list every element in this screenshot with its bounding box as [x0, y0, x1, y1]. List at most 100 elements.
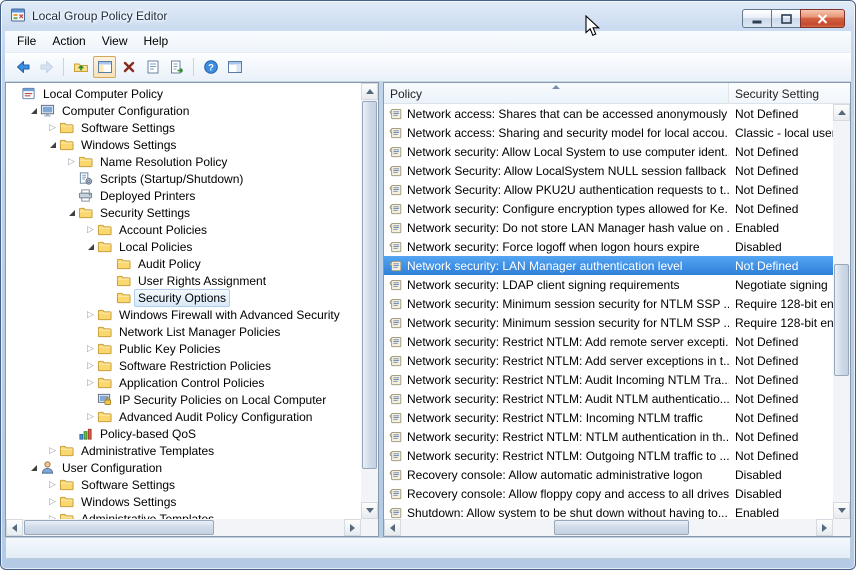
up-one-level-button[interactable]	[69, 56, 92, 78]
close-button[interactable]	[800, 9, 845, 28]
tree-item[interactable]: ▷Windows Settings	[6, 493, 361, 510]
expander-expanded-icon[interactable]	[84, 244, 97, 250]
help-button[interactable]: ?	[199, 56, 222, 78]
policy-row[interactable]: Network access: Shares that can be acces…	[384, 104, 833, 123]
policy-row[interactable]: Network security: Minimum session securi…	[384, 294, 833, 313]
list-vertical-scrollbar[interactable]	[833, 104, 850, 519]
tree-item[interactable]: ▷Name Resolution Policy	[6, 153, 361, 170]
tree-item[interactable]: ▷Public Key Policies	[6, 340, 361, 357]
scrollbar-thumb[interactable]	[362, 101, 377, 469]
menu-item-action[interactable]: Action	[44, 31, 93, 52]
properties-button[interactable]	[141, 56, 164, 78]
expander-collapsed-icon[interactable]: ▷	[84, 360, 97, 371]
tree-item[interactable]: ▷Software Restriction Policies	[6, 357, 361, 374]
tree-item[interactable]: User Rights Assignment	[6, 272, 361, 289]
tree-item[interactable]: ▷Administrative Templates	[6, 510, 361, 519]
expander-collapsed-icon[interactable]: ▷	[46, 445, 59, 456]
expander-collapsed-icon[interactable]: ▷	[84, 343, 97, 354]
scroll-right-button[interactable]	[344, 519, 361, 536]
back-button[interactable]	[11, 56, 34, 78]
scrollbar-thumb[interactable]	[554, 520, 689, 535]
tree-item[interactable]: ▷Advanced Audit Policy Configuration	[6, 408, 361, 425]
tree-item[interactable]: Scripts (Startup/Shutdown)	[6, 170, 361, 187]
tree-item[interactable]: ▷Account Policies	[6, 221, 361, 238]
scrollbar-thumb[interactable]	[24, 520, 214, 535]
tree-item[interactable]: Security Options	[6, 289, 361, 306]
delete-button[interactable]	[117, 56, 140, 78]
policy-row[interactable]: Network security: Do not store LAN Manag…	[384, 218, 833, 237]
policy-row[interactable]: Network security: Allow Local System to …	[384, 142, 833, 161]
column-header-policy[interactable]: Policy	[384, 83, 729, 103]
policy-row[interactable]: Recovery console: Allow automatic admini…	[384, 465, 833, 484]
tree-item[interactable]: ▷Application Control Policies	[6, 374, 361, 391]
show-console-tree-button[interactable]	[93, 56, 116, 78]
policy-row[interactable]: Network security: Force logoff when logo…	[384, 237, 833, 256]
tree-item[interactable]: Deployed Printers	[6, 187, 361, 204]
title-bar[interactable]: Local Group Policy Editor	[1, 1, 855, 31]
tree-item[interactable]: Policy-based QoS	[6, 425, 361, 442]
policy-row[interactable]: Network security: Restrict NTLM: Audit I…	[384, 370, 833, 389]
maximize-button[interactable]	[771, 9, 800, 28]
expander-collapsed-icon[interactable]: ▷	[46, 122, 59, 133]
policy-row[interactable]: Network security: Restrict NTLM: Add ser…	[384, 351, 833, 370]
tree-item[interactable]: ▷Administrative Templates	[6, 442, 361, 459]
tree-item[interactable]: Audit Policy	[6, 255, 361, 272]
menu-item-help[interactable]: Help	[136, 31, 177, 52]
tree-item[interactable]: ▷Software Settings	[6, 476, 361, 493]
policy-row[interactable]: Network security: Restrict NTLM: NTLM au…	[384, 427, 833, 446]
tree-item[interactable]: User Configuration	[6, 459, 361, 476]
policy-row[interactable]: Network security: Restrict NTLM: Add rem…	[384, 332, 833, 351]
policy-row[interactable]: Network security: Restrict NTLM: Incomin…	[384, 408, 833, 427]
tree-item[interactable]: Local Computer Policy	[6, 85, 361, 102]
tree-item[interactable]: IP Security Policies on Local Computer	[6, 391, 361, 408]
tree-item[interactable]: ▷Software Settings	[6, 119, 361, 136]
policy-row[interactable]: Network security: Restrict NTLM: Outgoin…	[384, 446, 833, 465]
expander-collapsed-icon[interactable]: ▷	[84, 224, 97, 235]
tree-horizontal-scrollbar[interactable]	[6, 519, 361, 536]
policy-row[interactable]: Network security: Restrict NTLM: Audit N…	[384, 389, 833, 408]
expander-collapsed-icon[interactable]: ▷	[84, 411, 97, 422]
scroll-right-button[interactable]	[816, 519, 833, 536]
expander-collapsed-icon[interactable]: ▷	[84, 377, 97, 388]
scroll-down-button[interactable]	[833, 502, 850, 519]
menu-item-view[interactable]: View	[94, 31, 136, 52]
tree-item[interactable]: Security Settings	[6, 204, 361, 221]
tree-item[interactable]: Computer Configuration	[6, 102, 361, 119]
scroll-down-button[interactable]	[361, 502, 378, 519]
scroll-left-button[interactable]	[6, 519, 23, 536]
expander-expanded-icon[interactable]	[46, 142, 59, 148]
scroll-up-button[interactable]	[833, 104, 850, 121]
policy-row[interactable]: Network security: LDAP client signing re…	[384, 275, 833, 294]
expander-expanded-icon[interactable]	[27, 108, 40, 114]
minimize-button[interactable]	[742, 9, 771, 28]
policy-row[interactable]: Shutdown: Allow system to be shut down w…	[384, 503, 833, 519]
policy-cell: Network security: Minimum session securi…	[384, 316, 729, 330]
forward-button[interactable]	[35, 56, 58, 78]
expander-collapsed-icon[interactable]: ▷	[46, 496, 59, 507]
scroll-up-button[interactable]	[361, 83, 378, 100]
scroll-left-button[interactable]	[384, 519, 401, 536]
policy-row[interactable]: Network security: Minimum session securi…	[384, 313, 833, 332]
policy-row[interactable]: Recovery console: Allow floppy copy and …	[384, 484, 833, 503]
expander-expanded-icon[interactable]	[65, 210, 78, 216]
expander-expanded-icon[interactable]	[27, 465, 40, 471]
policy-row[interactable]: Network access: Sharing and security mod…	[384, 123, 833, 142]
export-list-button[interactable]	[165, 56, 188, 78]
tree-item[interactable]: Windows Settings	[6, 136, 361, 153]
tree-vertical-scrollbar[interactable]	[361, 83, 378, 519]
column-header-security-setting[interactable]: Security Setting	[729, 83, 850, 103]
menu-item-file[interactable]: File	[9, 31, 44, 52]
scrollbar-thumb[interactable]	[834, 264, 849, 376]
expander-collapsed-icon[interactable]: ▷	[84, 309, 97, 320]
policy-row[interactable]: Network security: LAN Manager authentica…	[384, 256, 833, 275]
policy-row[interactable]: Network security: Configure encryption t…	[384, 199, 833, 218]
show-action-pane-button[interactable]	[223, 56, 246, 78]
tree-item[interactable]: Local Policies	[6, 238, 361, 255]
tree-item[interactable]: Network List Manager Policies	[6, 323, 361, 340]
list-horizontal-scrollbar[interactable]	[384, 519, 833, 536]
tree-item[interactable]: ▷Windows Firewall with Advanced Security	[6, 306, 361, 323]
policy-row[interactable]: Network Security: Allow LocalSystem NULL…	[384, 161, 833, 180]
policy-row[interactable]: Network Security: Allow PKU2U authentica…	[384, 180, 833, 199]
expander-collapsed-icon[interactable]: ▷	[46, 479, 59, 490]
expander-collapsed-icon[interactable]: ▷	[65, 156, 78, 167]
